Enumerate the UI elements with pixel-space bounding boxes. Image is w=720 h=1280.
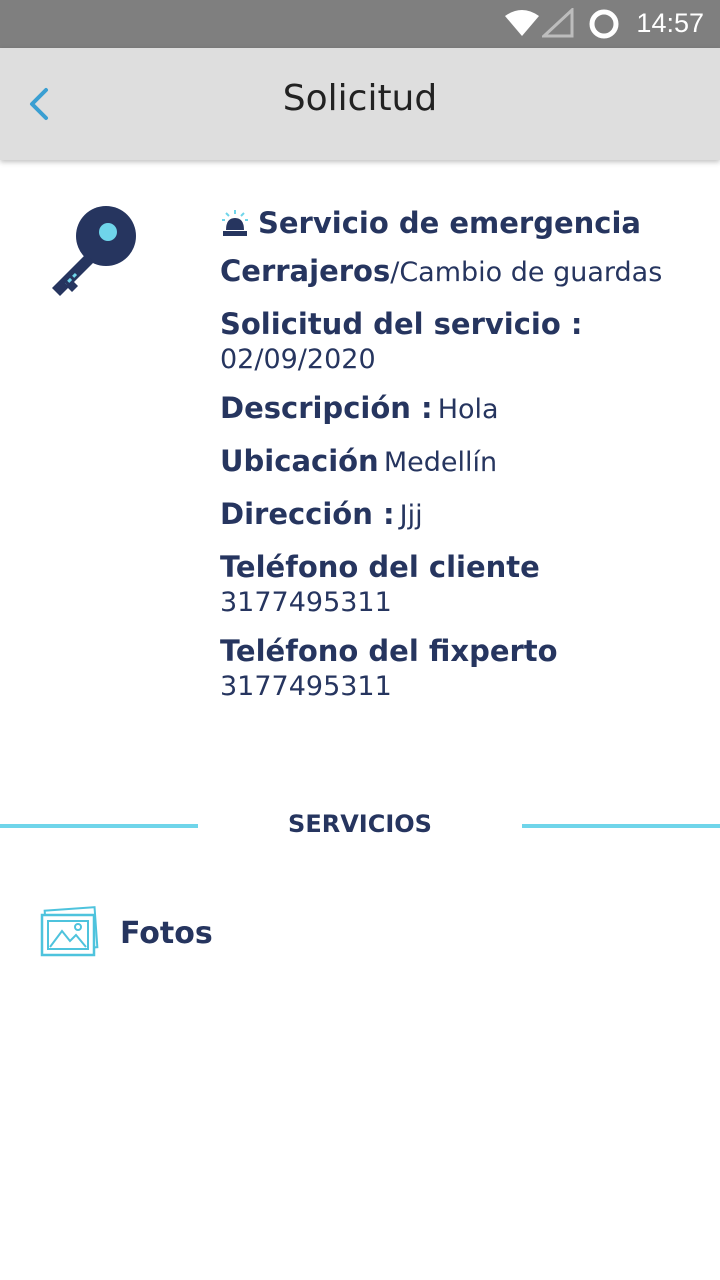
app-bar: Solicitud [0, 48, 720, 160]
description-row: Descripción : Hola [220, 390, 700, 431]
address-row: Dirección : Jjj [220, 496, 700, 537]
location-value: Medellín [383, 447, 498, 478]
client-phone-value[interactable]: 3177495311 [220, 585, 700, 621]
photos-label: Fotos [120, 915, 213, 951]
expert-phone-label: Teléfono del fixperto [220, 634, 558, 668]
key-icon [52, 206, 136, 296]
client-phone-row: Teléfono del cliente 3177495311 [220, 549, 700, 621]
address-label: Dirección : [220, 497, 395, 531]
photos-item[interactable]: Fotos [40, 905, 213, 961]
wifi-icon [505, 10, 539, 36]
signal-icon [542, 8, 574, 38]
expert-phone-value[interactable]: 3177495311 [220, 669, 700, 705]
category-row: Cerrajeros/Cambio de guardas [220, 253, 700, 294]
category-value: /Cambio de guardas [390, 257, 663, 288]
service-type-text: Servicio de emergencia [258, 206, 642, 240]
address-value: Jjj [399, 500, 423, 531]
description-label: Descripción : [220, 391, 433, 425]
request-details: Servicio de emergencia Cerrajeros/Cambio… [220, 205, 700, 717]
photos-icon [40, 906, 99, 957]
emergency-siren-icon [222, 210, 248, 236]
location-label: Ubicación [220, 444, 379, 478]
page-title: Solicitud [282, 78, 438, 119]
section-divider-right [522, 824, 720, 828]
request-date-row: Solicitud del servicio : 02/09/2020 [220, 306, 700, 378]
description-value: Hola [437, 394, 499, 425]
location-row: Ubicación Medellín [220, 443, 700, 484]
service-type-row: Servicio de emergencia [220, 205, 700, 241]
request-date-value: 02/09/2020 [220, 344, 376, 375]
expert-phone-row: Teléfono del fixperto 3177495311 [220, 633, 700, 705]
status-time: 14:57 [636, 8, 704, 38]
client-phone-label: Teléfono del cliente [220, 550, 540, 584]
category-label: Cerrajeros [220, 254, 391, 288]
sync-circle-icon [589, 9, 619, 39]
status-bar: 14:57 [0, 0, 720, 48]
request-date-label: Solicitud del servicio : [220, 307, 583, 341]
